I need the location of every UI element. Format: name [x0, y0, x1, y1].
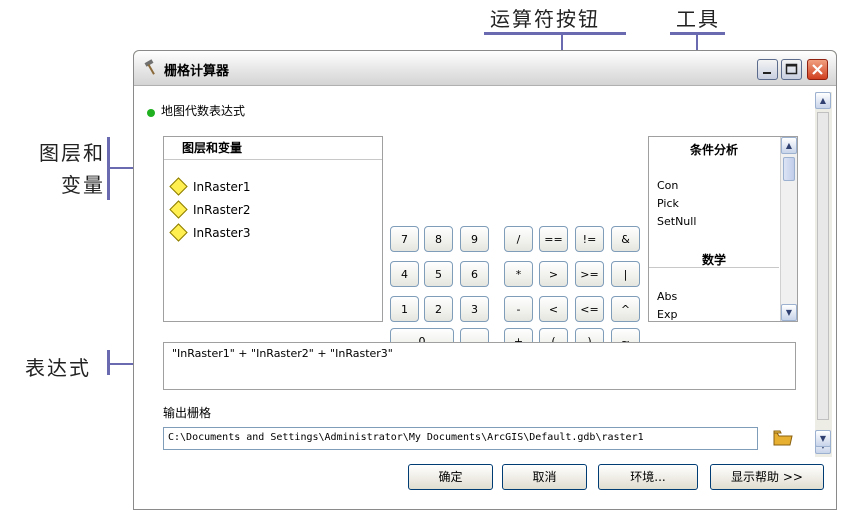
callout-layers-line1: 图层和: [39, 141, 105, 165]
callout-tools: 工具: [676, 7, 720, 31]
layers-panel-header: 图层和变量: [164, 137, 382, 160]
tools-scroll-down[interactable]: ▼: [781, 304, 797, 321]
open-folder-icon: [773, 430, 793, 446]
calc-btn-multiply[interactable]: *: [504, 261, 533, 287]
tools-group-conditional: 条件分析: [689, 143, 738, 157]
window-title: 栅格计算器: [164, 64, 230, 79]
tools-panel: 条件分析 Con Pick SetNull 数学 Abs Exp ▲ ▼: [648, 136, 798, 322]
browse-folder-button[interactable]: [771, 425, 795, 449]
ok-button[interactable]: 确定: [408, 464, 493, 490]
tool-item-abs[interactable]: Abs: [657, 290, 677, 303]
tool-item-exp[interactable]: Exp: [657, 308, 677, 321]
calc-btn-7[interactable]: 7: [390, 226, 419, 252]
dialog-client: 地图代数表达式 ▲ ▼ 图层和变量 InRaster1 InRaster2 In…: [134, 86, 836, 509]
raster-layer-icon: [169, 223, 188, 242]
calc-btn-divide[interactable]: /: [504, 226, 533, 252]
calc-btn-less-equal[interactable]: <=: [575, 296, 604, 322]
tools-scroll-up[interactable]: ▲: [781, 137, 797, 154]
calc-btn-minus[interactable]: -: [504, 296, 533, 322]
layer-item[interactable]: InRaster1: [169, 177, 250, 197]
calc-btn-5[interactable]: 5: [424, 261, 453, 287]
calc-btn-9[interactable]: 9: [460, 226, 489, 252]
minimize-icon: [763, 72, 771, 74]
calc-btn-3[interactable]: 3: [460, 296, 489, 322]
output-label: 输出栅格: [163, 406, 212, 420]
show-help-button[interactable]: 显示帮助 >>: [710, 464, 824, 490]
calc-btn-xor[interactable]: ^: [611, 296, 640, 322]
tools-scroll-thumb[interactable]: [783, 157, 795, 181]
output-raster-field[interactable]: C:\Documents and Settings\Administrator\…: [163, 427, 758, 450]
layer-item[interactable]: InRaster3: [169, 223, 250, 243]
dialog-scrollbar[interactable]: ▲ ▼: [815, 92, 832, 457]
expression-input[interactable]: "InRaster1" + "InRaster2" + "InRaster3": [163, 342, 796, 390]
calc-btn-or[interactable]: |: [611, 261, 640, 287]
tool-item-setnull[interactable]: SetNull: [657, 215, 696, 228]
callout-operator-buttons: 运算符按钮: [490, 7, 600, 31]
section-label: 地图代数表达式: [161, 104, 246, 118]
status-dot: [147, 109, 155, 117]
calc-btn-and[interactable]: &: [611, 226, 640, 252]
callout-operator-bar: [484, 32, 626, 35]
callout-expression: 表达式: [25, 356, 91, 380]
title-bar[interactable]: 栅格计算器: [134, 51, 836, 86]
tool-item-pick[interactable]: Pick: [657, 197, 679, 210]
close-button[interactable]: [807, 59, 828, 80]
tool-item-con[interactable]: Con: [657, 179, 678, 192]
calc-btn-2[interactable]: 2: [424, 296, 453, 322]
calc-btn-4[interactable]: 4: [390, 261, 419, 287]
calc-btn-1[interactable]: 1: [390, 296, 419, 322]
calc-btn-not-equal[interactable]: !=: [575, 226, 604, 252]
layers-panel: 图层和变量 InRaster1 InRaster2 InRaster3: [163, 136, 383, 322]
maximize-button[interactable]: [781, 59, 802, 80]
raster-layer-icon: [169, 200, 188, 219]
callout-layers-line2: 变量: [61, 173, 105, 197]
calc-btn-6[interactable]: 6: [460, 261, 489, 287]
raster-calculator-window: 栅格计算器 地图代数表达式 ▲ ▼ 图层和变量 InRaster1 InRast…: [133, 50, 837, 510]
environments-button[interactable]: 环境...: [598, 464, 698, 490]
close-icon: [812, 64, 823, 75]
dialog-scroll-down-lower[interactable]: ▼: [815, 430, 831, 447]
tools-group-math: 数学: [701, 253, 726, 267]
layer-item[interactable]: InRaster2: [169, 200, 250, 220]
calc-btn-8[interactable]: 8: [424, 226, 453, 252]
dialog-scroll-up[interactable]: ▲: [815, 92, 831, 109]
tools-scrollbar[interactable]: ▲ ▼: [780, 137, 797, 321]
calc-btn-equal[interactable]: ==: [539, 226, 568, 252]
dialog-scroll-thumb[interactable]: [817, 112, 829, 420]
calc-btn-less[interactable]: <: [539, 296, 568, 322]
raster-layer-icon: [169, 177, 188, 196]
hammer-icon: [144, 59, 155, 75]
calc-btn-greater-equal[interactable]: >=: [575, 261, 604, 287]
cancel-button[interactable]: 取消: [502, 464, 587, 490]
maximize-icon: [785, 63, 798, 75]
calc-btn-greater[interactable]: >: [539, 261, 568, 287]
minimize-button[interactable]: [757, 59, 778, 80]
